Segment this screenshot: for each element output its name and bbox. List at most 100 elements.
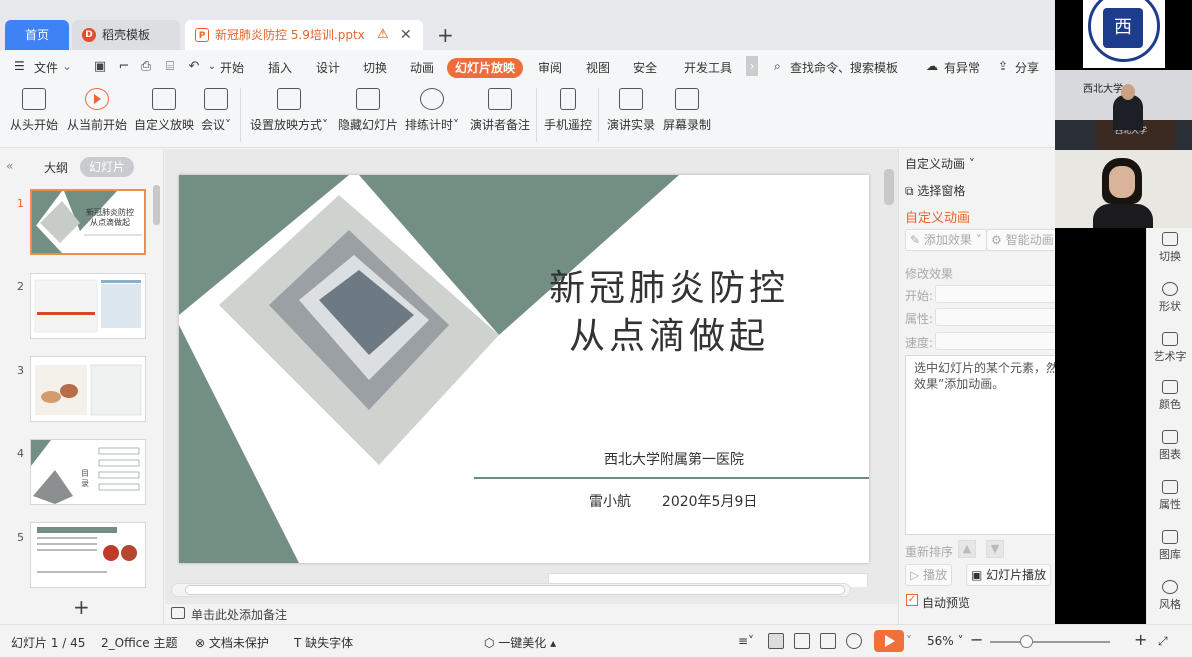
tab-template-store[interactable]: D 稻壳模板 — [72, 20, 180, 50]
tab-slides[interactable]: 幻灯片 — [80, 157, 134, 177]
document-protect-status[interactable]: ⊗ 文档未保护 — [195, 634, 269, 651]
missing-font-status[interactable]: T 缺失字体 — [294, 634, 353, 651]
strip-property[interactable]: 属性 — [1147, 480, 1192, 512]
slide-thumbnail-3[interactable] — [30, 356, 146, 422]
menu-security[interactable]: 安全 — [633, 59, 657, 76]
stopwatch-icon — [420, 88, 444, 110]
selection-pane-button[interactable]: ⧉ 选择窗格 — [905, 182, 965, 199]
normal-view-icon[interactable] — [768, 633, 784, 649]
command-search[interactable]: 查找命令、搜索模板 — [790, 59, 898, 76]
screen-record-button[interactable]: 屏幕录制 — [663, 88, 711, 133]
property-select[interactable] — [935, 308, 1055, 326]
canvas-horizontal-scrollbar[interactable] — [185, 585, 845, 595]
menu-devtools[interactable]: 开发工具 — [684, 59, 732, 76]
participant-video-1[interactable]: 西北大学 西北大学 — [1055, 70, 1192, 150]
camera-view-icon[interactable] — [846, 633, 862, 649]
menu-start[interactable]: 开始 — [220, 59, 244, 76]
slide-thumbnail-5[interactable] — [30, 522, 146, 588]
speaker-notes-button[interactable]: 演讲者备注 — [470, 88, 530, 133]
hamburger-icon[interactable]: ☰ — [14, 59, 25, 73]
setup-show-button[interactable]: 设置放映方式˅ — [250, 88, 328, 133]
tab-document[interactable]: P 新冠肺炎防控 5.9培训.pptx ⚠ ✕ — [185, 20, 423, 50]
slide-thumbnail-4[interactable]: 目 录 — [30, 439, 146, 505]
phone-remote-button[interactable]: 手机遥控 — [544, 88, 592, 133]
close-tab-icon[interactable]: ✕ — [400, 20, 412, 50]
one-click-beautify-button[interactable]: ⬡ 一键美化 ▴ — [484, 634, 556, 651]
strip-shape[interactable]: 形状 — [1147, 282, 1192, 314]
share-button[interactable]: 分享 — [1015, 59, 1039, 76]
thumb2-graphic — [34, 279, 141, 333]
strip-style[interactable]: 风格 — [1147, 580, 1192, 612]
notes-placeholder[interactable]: 单击此处添加备注 — [191, 606, 287, 623]
warning-icon[interactable]: ⚠ — [377, 20, 389, 50]
collapse-panel-icon[interactable]: « — [6, 159, 13, 173]
play-from-start-button[interactable]: 从头开始 — [10, 88, 58, 133]
format-painter-icon[interactable]: ⌐ — [116, 59, 132, 75]
menu-file[interactable]: 文件 — [34, 59, 58, 76]
slide-author-date[interactable]: 雷小航 2020年5月9日 — [589, 491, 757, 511]
strip-transition[interactable]: 切换 — [1147, 232, 1192, 264]
zoom-slider-knob[interactable] — [1020, 635, 1033, 648]
add-slide-icon[interactable]: + — [73, 595, 90, 619]
issue-status[interactable]: 有异常 — [944, 59, 980, 76]
theme-name[interactable]: 2_Office 主题 — [101, 634, 177, 651]
menu-design[interactable]: 设计 — [316, 59, 340, 76]
tab-outline[interactable]: 大纲 — [44, 159, 68, 176]
tab-home[interactable]: 首页 — [5, 20, 69, 50]
move-up-icon[interactable]: ▲ — [958, 540, 976, 558]
thumbnail-scrollbar[interactable] — [153, 185, 160, 225]
slide-thumbnail-2[interactable] — [30, 273, 146, 339]
menu-transition[interactable]: 切换 — [363, 59, 387, 76]
play-dropdown-icon[interactable]: ˅ — [906, 634, 912, 648]
slideshow-play-button[interactable]: ▣ 幻灯片播放 — [966, 564, 1052, 586]
smart-animation-button[interactable]: ⚙ 智能动画 ˅ — [986, 229, 1055, 251]
slide-title[interactable]: 新冠肺炎防控 从点滴做起 — [509, 265, 829, 361]
more-tabs-icon[interactable]: › — [746, 56, 758, 76]
undo-dropdown-icon[interactable]: ⌄ — [204, 59, 220, 75]
menu-view[interactable]: 视图 — [586, 59, 610, 76]
save-icon[interactable]: ▣ — [92, 59, 108, 75]
notes-toggle-icon[interactable]: ≡˅ — [738, 634, 754, 648]
current-slide[interactable]: 新冠肺炎防控 从点滴做起 西北大学附属第一医院 雷小航 2020年5月9日 — [179, 175, 869, 563]
menu-animation[interactable]: 动画 — [410, 59, 434, 76]
slide-thumbnail-1[interactable]: 新冠肺炎防控 从点滴做起 — [30, 189, 146, 255]
undo-icon[interactable]: ↶ — [186, 59, 202, 75]
strip-gallery[interactable]: 图库 — [1147, 530, 1192, 562]
panel-header-dropdown[interactable]: 自定义动画 ˅ — [905, 155, 975, 172]
reading-view-icon[interactable] — [820, 633, 836, 649]
fit-window-icon[interactable]: ⤢ — [1158, 634, 1168, 649]
zoom-level[interactable]: 56% ˅ — [927, 634, 964, 648]
zoom-in-icon[interactable]: + — [1134, 630, 1147, 649]
play-button[interactable]: ▷ 播放 — [905, 564, 953, 586]
auto-preview-checkbox[interactable]: ✓ — [906, 594, 918, 606]
new-tab-icon[interactable]: + — [437, 24, 454, 46]
menu-slideshow-active[interactable]: 幻灯片放映 — [447, 58, 523, 78]
menu-insert[interactable]: 插入 — [268, 59, 292, 76]
animation-list-box[interactable]: 选中幻灯片的某个元素，然后单击“添加效果”添加动画。 — [905, 355, 1055, 535]
play-slideshow-button[interactable] — [874, 630, 904, 652]
print-icon[interactable]: ⎙ — [138, 59, 154, 75]
hide-slide-button[interactable]: 隐藏幻灯片 — [338, 88, 398, 133]
zoom-slider-track[interactable] — [990, 641, 1110, 643]
strip-color[interactable]: 颜色 — [1147, 380, 1192, 412]
menu-review[interactable]: 审阅 — [538, 59, 562, 76]
speed-select[interactable] — [935, 332, 1055, 350]
slide-organization[interactable]: 西北大学附属第一医院 — [549, 449, 799, 469]
custom-show-button[interactable]: 自定义放映 — [134, 88, 194, 133]
move-down-icon[interactable]: ▼ — [986, 540, 1004, 558]
start-select[interactable] — [935, 285, 1055, 303]
chevron-down-icon[interactable]: ⌄ — [62, 59, 72, 73]
canvas-vertical-scrollbar[interactable] — [884, 169, 894, 205]
strip-wordart[interactable]: 艺术字 — [1147, 332, 1192, 364]
play-from-current-button[interactable]: 从当前开始 — [67, 88, 127, 133]
rehearse-timing-button[interactable]: 排练计时˅ — [405, 88, 459, 133]
participant-video-2[interactable] — [1055, 150, 1192, 228]
zoom-out-icon[interactable]: − — [970, 630, 983, 649]
strip-chart[interactable]: 图表 — [1147, 430, 1192, 462]
print-preview-icon[interactable]: ⌸ — [162, 59, 178, 75]
slide-sorter-icon[interactable] — [794, 633, 810, 649]
add-effect-button[interactable]: ✎ 添加效果 ˅ — [905, 229, 987, 251]
lecture-record-button[interactable]: 演讲实录 — [607, 88, 655, 133]
notes-bar[interactable]: 单击此处添加备注 — [165, 604, 898, 624]
meeting-button[interactable]: 会议˅ — [201, 88, 231, 133]
